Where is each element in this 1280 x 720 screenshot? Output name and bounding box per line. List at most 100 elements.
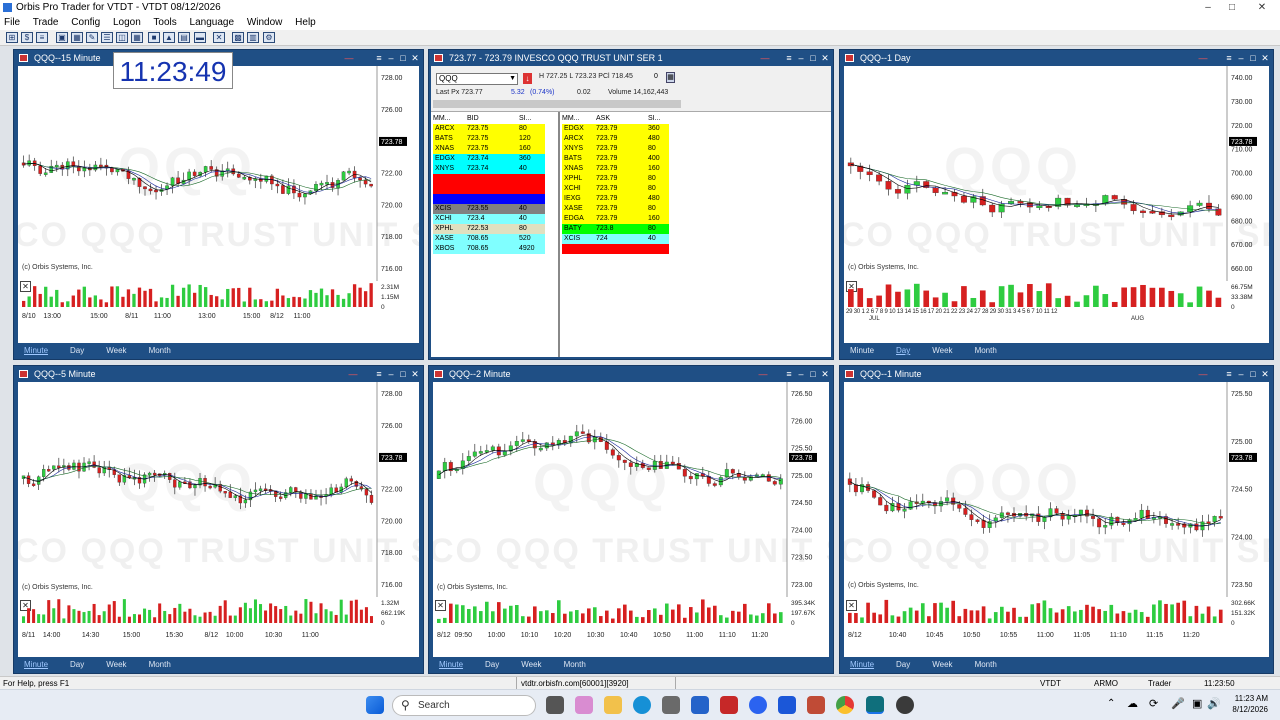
- chart-area[interactable]: QQQ CO QQQ TRUST UNIT SE 725.50 725.00 724…: [844, 382, 1269, 657]
- maximize-icon[interactable]: □: [807, 366, 819, 382]
- ask-row[interactable]: XCIS 724 40: [562, 234, 669, 244]
- toolbar-cancel-icon[interactable]: ✕: [213, 32, 225, 43]
- copilot-icon[interactable]: [575, 696, 593, 714]
- toolbar-table-icon[interactable]: ▤: [178, 32, 190, 43]
- ask-row[interactable]: XNYS 723.79 80: [562, 144, 669, 154]
- bid-row[interactable]: XNAS 723.75 160: [433, 144, 545, 154]
- shield-app-icon[interactable]: [720, 696, 738, 714]
- bid-row[interactable]: ARCX 723.75 80: [433, 124, 545, 134]
- chart-area[interactable]: QQQ CO QQQ TRUST UNIT SE 726.50726.00725…: [433, 382, 829, 657]
- maximize-icon[interactable]: □: [397, 50, 409, 66]
- toolbar-news-icon[interactable]: ■: [148, 32, 160, 43]
- minimize-icon[interactable]: –: [795, 366, 807, 382]
- cloud-icon[interactable]: ☁: [1127, 697, 1138, 710]
- windows-start-icon[interactable]: [366, 696, 384, 714]
- quote-settings-icon[interactable]: ▦: [666, 72, 675, 83]
- menu-help[interactable]: Help: [295, 17, 316, 28]
- minimize-icon[interactable]: –: [1235, 50, 1247, 66]
- outlook-icon[interactable]: [778, 696, 796, 714]
- price-chart-svg[interactable]: 728.00726.00724.00722.00720.00718.00716.…: [18, 382, 419, 597]
- minus-icon[interactable]: —: [1197, 50, 1209, 66]
- tab-minute[interactable]: Minute: [24, 346, 48, 355]
- toolbar-layout-icon[interactable]: ▥: [247, 32, 259, 43]
- close-icon[interactable]: ✕: [819, 50, 831, 66]
- bid-row[interactable]: XASE 708.65 520: [433, 234, 545, 244]
- menu-trade[interactable]: Trade: [33, 17, 59, 28]
- ask-row[interactable]: EDGX 723.79 360: [562, 124, 669, 134]
- bid-col-header[interactable]: SI...: [519, 114, 531, 124]
- symbol-input[interactable]: QQQ ▼: [436, 73, 518, 85]
- toolbar-order-icon[interactable]: ⊞: [6, 32, 18, 43]
- price-chart-svg[interactable]: 728.00726.00724.00722.00720.00718.00716.…: [18, 66, 419, 281]
- ask-row[interactable]: [562, 244, 669, 254]
- tab-day[interactable]: Day: [70, 660, 84, 669]
- dropdown-arrow-icon[interactable]: ▼: [509, 74, 516, 84]
- toolbar-settings-icon[interactable]: ⚙: [263, 32, 275, 43]
- volume-icon[interactable]: 🔊: [1207, 697, 1221, 710]
- maximize-icon[interactable]: □: [397, 366, 409, 382]
- close-icon[interactable]: ✕: [819, 366, 831, 382]
- toolbar-monitor-icon[interactable]: ▬: [194, 32, 206, 43]
- tab-minute[interactable]: Minute: [850, 660, 874, 669]
- minus-icon[interactable]: —: [1197, 366, 1209, 382]
- menu-tools[interactable]: Tools: [153, 17, 176, 28]
- close-icon[interactable]: ✕: [409, 50, 421, 66]
- store-icon[interactable]: [662, 696, 680, 714]
- minimize-icon[interactable]: –: [1235, 366, 1247, 382]
- tab-minute[interactable]: Minute: [439, 660, 463, 669]
- mic-icon[interactable]: 🎤: [1171, 697, 1185, 710]
- maximize-icon[interactable]: □: [1247, 366, 1259, 382]
- file-explorer-icon[interactable]: [604, 696, 622, 714]
- minimize-button[interactable]: –: [1196, 0, 1220, 15]
- maximize-icon[interactable]: □: [807, 50, 819, 66]
- settings-icon[interactable]: ≡: [373, 50, 385, 66]
- ask-col-header[interactable]: SI...: [648, 114, 660, 124]
- orbis-taskbar-icon[interactable]: [866, 696, 884, 714]
- header-scrollbar[interactable]: [433, 100, 681, 108]
- book-divider[interactable]: [558, 112, 560, 357]
- ask-row[interactable]: IEXG 723.79 480: [562, 194, 669, 204]
- ask-row[interactable]: XNAS 723.79 160: [562, 164, 669, 174]
- tab-month[interactable]: Month: [149, 660, 171, 669]
- sync-icon[interactable]: ⟳: [1149, 697, 1158, 710]
- ask-row[interactable]: XPHL 723.79 80: [562, 174, 669, 184]
- ask-row[interactable]: ARCX 723.79 480: [562, 134, 669, 144]
- tab-week[interactable]: Week: [106, 346, 126, 355]
- bid-row[interactable]: [433, 184, 545, 194]
- toolbar-list-icon[interactable]: ☰: [101, 32, 113, 43]
- tab-week[interactable]: Week: [106, 660, 126, 669]
- tray-chevron-icon[interactable]: ⌃: [1107, 698, 1115, 709]
- bid-row[interactable]: [433, 194, 545, 204]
- openai-icon[interactable]: [896, 696, 914, 714]
- ask-row[interactable]: XCHI 723.79 80: [562, 184, 669, 194]
- app-icon-red[interactable]: [807, 696, 825, 714]
- bid-row[interactable]: EDGX 723.74 360: [433, 154, 545, 164]
- bid-header[interactable]: MM... BID SI...: [433, 114, 545, 124]
- menu-window[interactable]: Window: [247, 17, 283, 28]
- bid-row[interactable]: XCIS 723.55 40: [433, 204, 545, 214]
- minimize-icon[interactable]: –: [385, 366, 397, 382]
- task-view-icon[interactable]: [546, 696, 564, 714]
- ask-row[interactable]: BATY 723.8 80: [562, 224, 669, 234]
- toolbar-window-icon[interactable]: ▩: [232, 32, 244, 43]
- tab-day[interactable]: Day: [896, 346, 910, 355]
- ask-header[interactable]: MM... ASK SI...: [562, 114, 669, 124]
- bid-row[interactable]: XPHL 722.53 80: [433, 224, 545, 234]
- bid-col-header[interactable]: MM...: [433, 114, 451, 124]
- toolbar-tiles-icon[interactable]: ◫: [116, 32, 128, 43]
- toolbar-alert-icon[interactable]: ▲: [163, 32, 175, 43]
- menu-language[interactable]: Language: [190, 17, 235, 28]
- ask-row[interactable]: EDGA 723.79 160: [562, 214, 669, 224]
- settings-icon[interactable]: ≡: [783, 366, 795, 382]
- edge-icon[interactable]: [633, 696, 651, 714]
- chart-area[interactable]: QQQ CO QQQ TRUST UNIT SE 728.00726.00724…: [18, 66, 419, 343]
- defender-icon[interactable]: [691, 696, 709, 714]
- close-icon[interactable]: ✕: [409, 366, 421, 382]
- monitor-icon[interactable]: ▣: [1192, 697, 1202, 710]
- bid-col-header[interactable]: BID: [467, 114, 479, 124]
- chart-area[interactable]: QQQ CO QQQ TRUST UNIT SE 728.00726.00724…: [18, 382, 419, 657]
- taskbar-clock[interactable]: 11:23 AM 8/12/2026: [1226, 693, 1268, 715]
- toolbar-quote-icon[interactable]: ▣: [56, 32, 68, 43]
- close-icon[interactable]: ✕: [1259, 50, 1271, 66]
- settings-icon[interactable]: ≡: [1223, 50, 1235, 66]
